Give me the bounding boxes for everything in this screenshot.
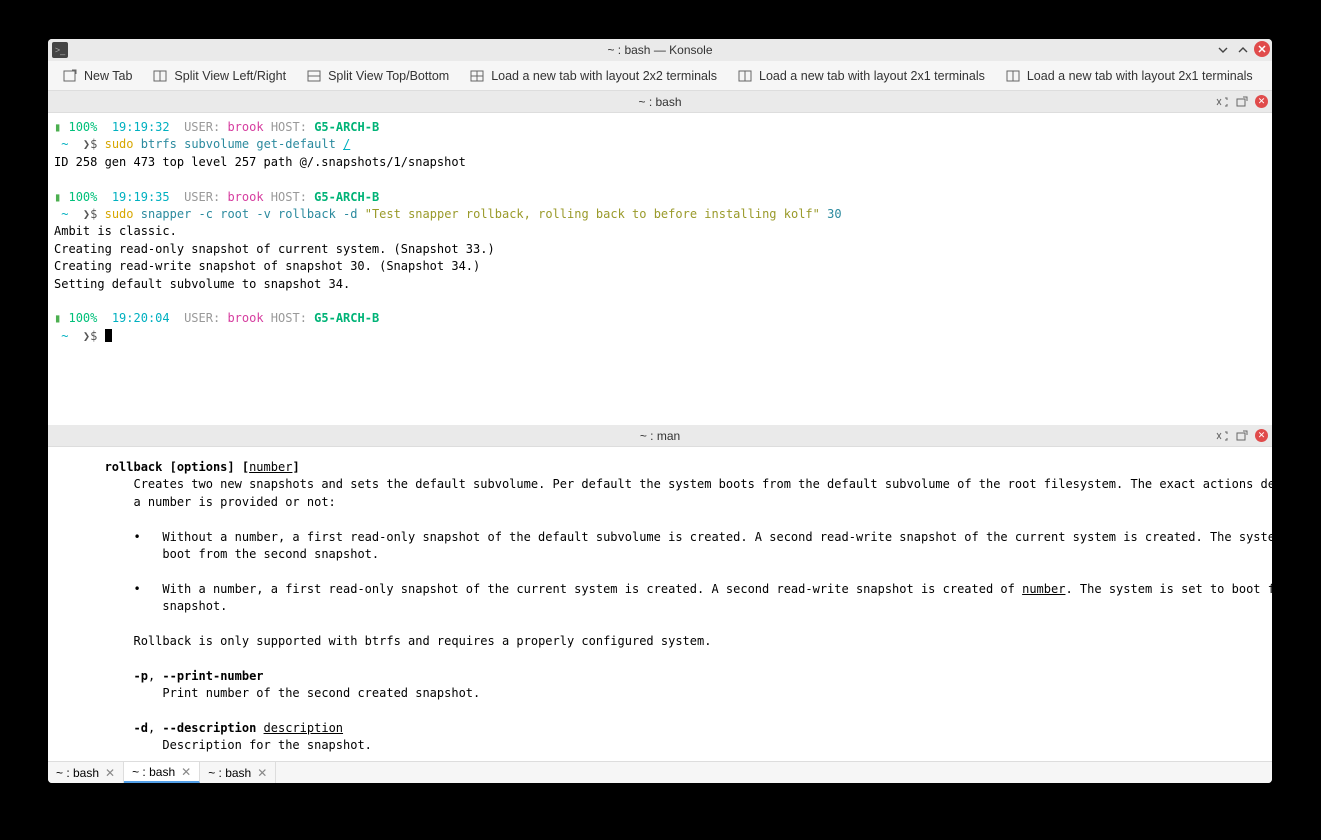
grid-2x1-icon	[737, 68, 753, 84]
layout-2x1b-button[interactable]: Load a new tab with layout 2x1 terminals	[997, 65, 1261, 87]
tab-1[interactable]: ~ : bash✕	[48, 762, 124, 783]
split-lr-button[interactable]: Split View Left/Right	[144, 65, 294, 87]
cursor	[105, 329, 112, 342]
terminal-pane-2[interactable]: rollback [options] [number] Creates two …	[48, 447, 1272, 761]
pane-detach-icon[interactable]	[1235, 95, 1249, 109]
minimize-icon[interactable]	[1234, 41, 1252, 59]
tab-close-icon[interactable]: ✕	[181, 765, 191, 779]
new-tab-button[interactable]: New Tab	[54, 65, 140, 87]
tab-close-icon[interactable]: ✕	[105, 766, 115, 780]
pane-detach-icon[interactable]	[1235, 429, 1249, 443]
terminal-pane-1[interactable]: ▮ 100% 19:19:32 USER: brook HOST: G5-ARC…	[48, 113, 1272, 425]
grid-2x2-icon	[469, 68, 485, 84]
new-tab-icon	[62, 68, 78, 84]
titlebar[interactable]: >_ ~ : bash — Konsole	[48, 39, 1272, 61]
split-lr-icon	[152, 68, 168, 84]
layout-2x1a-button[interactable]: Load a new tab with layout 2x1 terminals	[729, 65, 993, 87]
pane-close-icon[interactable]: ✕	[1255, 95, 1268, 108]
pane2-title: ~ : man ✕	[48, 425, 1272, 447]
tab-3[interactable]: ~ : bash✕	[200, 762, 276, 783]
close-icon[interactable]	[1254, 41, 1270, 57]
window-title: ~ : bash — Konsole	[607, 43, 712, 57]
pane-shuffle-icon[interactable]	[1215, 429, 1229, 443]
split-tb-icon	[306, 68, 322, 84]
pane1-title: ~ : bash ✕	[48, 91, 1272, 113]
output-line: ID 258 gen 473 top level 257 path @/.sna…	[54, 154, 1266, 171]
toolbar: New Tab Split View Left/Right Split View…	[48, 61, 1272, 91]
tab-bar: ~ : bash✕ ~ : bash✕ ~ : bash✕	[48, 761, 1272, 783]
app-icon: >_	[52, 42, 68, 58]
tab-close-icon[interactable]: ✕	[257, 766, 267, 780]
pane-shuffle-icon[interactable]	[1215, 95, 1229, 109]
split-tb-button[interactable]: Split View Top/Bottom	[298, 65, 457, 87]
konsole-window: >_ ~ : bash — Konsole New Tab Split View…	[48, 39, 1272, 783]
pane-close-icon[interactable]: ✕	[1255, 429, 1268, 442]
layout-2x2-button[interactable]: Load a new tab with layout 2x2 terminals	[461, 65, 725, 87]
expand-icon[interactable]	[1214, 41, 1232, 59]
grid-2x1-icon	[1005, 68, 1021, 84]
tab-2[interactable]: ~ : bash✕	[124, 762, 200, 783]
copy-button[interactable]: Copy	[1269, 65, 1272, 87]
